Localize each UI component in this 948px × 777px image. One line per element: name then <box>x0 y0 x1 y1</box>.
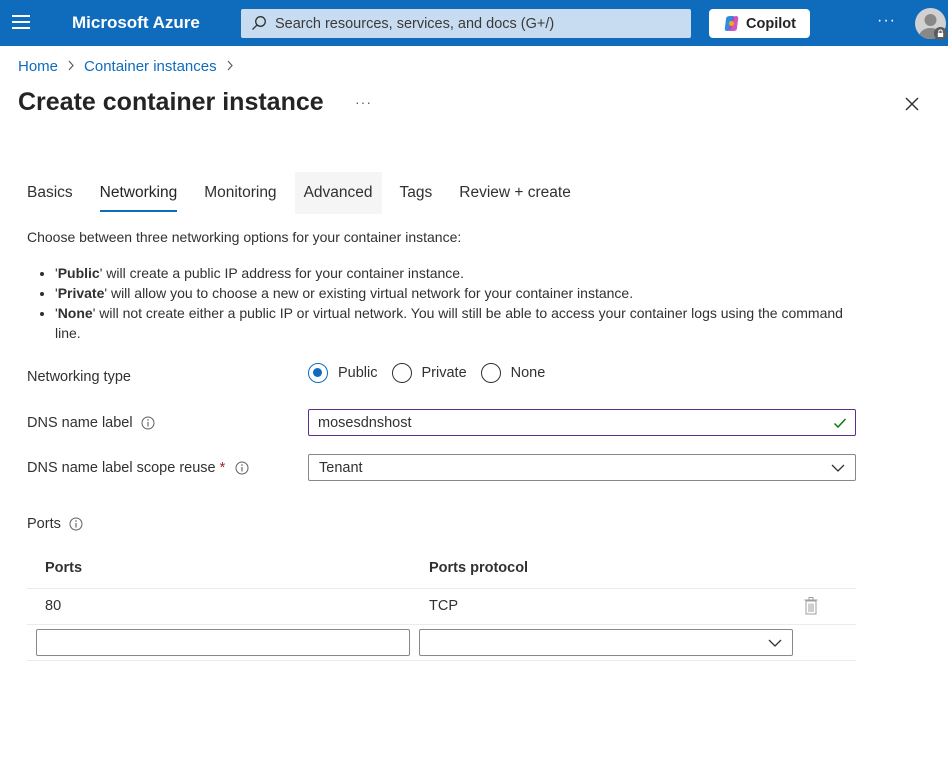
lock-badge-icon <box>934 27 947 40</box>
radio-empty-icon <box>391 363 412 383</box>
list-item: 'None' will not create either a public I… <box>55 303 855 343</box>
networking-type-radio-group: Public Private None <box>308 363 559 383</box>
top-bar: Microsoft Azure Copilot ··· <box>0 0 948 46</box>
column-header-ports: Ports <box>45 560 83 576</box>
breadcrumb-container-instances[interactable]: Container instances <box>84 58 217 75</box>
info-icon[interactable] <box>141 416 155 430</box>
dns-name-label-input[interactable] <box>318 410 818 435</box>
copilot-button[interactable]: Copilot <box>709 9 810 38</box>
top-more-icon[interactable]: ··· <box>877 12 896 30</box>
column-header-ports-protocol: Ports protocol <box>429 560 529 576</box>
breadcrumb-home[interactable]: Home <box>18 58 58 75</box>
chevron-right-icon <box>226 59 234 74</box>
list-item: 'Private' will allow you to choose a new… <box>55 283 855 303</box>
dns-scope-reuse-label: DNS name label scope reuse * <box>27 460 249 476</box>
close-icon[interactable] <box>904 96 920 112</box>
radio-empty-icon <box>480 363 501 383</box>
new-port-field[interactable] <box>36 629 410 656</box>
new-protocol-dropdown[interactable] <box>419 629 793 656</box>
wizard-tabs: Basics Networking Monitoring Advanced Ta… <box>18 172 589 214</box>
list-item: 'Public' will create a public IP address… <box>55 263 855 283</box>
info-icon[interactable] <box>235 461 249 475</box>
global-search-box[interactable] <box>241 9 691 38</box>
dns-scope-reuse-value: Tenant <box>319 460 363 476</box>
divider <box>27 588 856 589</box>
copilot-icon <box>724 16 739 31</box>
delete-row-icon[interactable] <box>804 597 818 615</box>
new-port-input[interactable] <box>37 630 409 655</box>
chevron-down-icon <box>831 464 845 472</box>
ports-section-label: Ports <box>27 516 83 532</box>
divider <box>27 660 856 661</box>
radio-none[interactable]: None <box>480 363 545 383</box>
networking-options-list: 'Public' will create a public IP address… <box>55 263 855 343</box>
radio-private[interactable]: Private <box>391 363 467 383</box>
breadcrumb: Home Container instances <box>18 58 243 75</box>
chevron-right-icon <box>67 59 75 74</box>
radio-selected-icon <box>308 363 328 383</box>
checkmark-icon <box>833 418 847 429</box>
search-input[interactable] <box>275 9 685 38</box>
table-cell-protocol: TCP <box>429 598 458 614</box>
page-title: Create container instance <box>18 88 324 116</box>
brand-title[interactable]: Microsoft Azure <box>72 13 200 33</box>
page-more-icon[interactable]: ··· <box>355 94 372 110</box>
tab-monitoring[interactable]: Monitoring <box>195 172 285 214</box>
info-icon[interactable] <box>69 517 83 531</box>
table-cell-port: 80 <box>45 598 62 614</box>
tab-basics[interactable]: Basics <box>18 172 82 214</box>
dns-name-label-label: DNS name label <box>27 415 155 431</box>
dns-scope-reuse-dropdown[interactable]: Tenant <box>308 454 856 481</box>
networking-intro: Choose between three networking options … <box>27 229 462 245</box>
copilot-label: Copilot <box>746 15 796 32</box>
tab-networking[interactable]: Networking <box>91 172 187 214</box>
tab-review-create[interactable]: Review + create <box>450 172 580 214</box>
tab-tags[interactable]: Tags <box>391 172 442 214</box>
hamburger-menu-icon[interactable] <box>12 15 30 31</box>
search-icon <box>252 16 266 30</box>
networking-type-label: Networking type <box>27 369 131 385</box>
chevron-down-icon <box>768 639 782 647</box>
divider <box>27 624 856 625</box>
dns-name-label-field[interactable] <box>308 409 856 436</box>
radio-public[interactable]: Public <box>308 363 378 383</box>
required-asterisk: * <box>219 460 226 476</box>
tab-advanced[interactable]: Advanced <box>294 172 382 214</box>
